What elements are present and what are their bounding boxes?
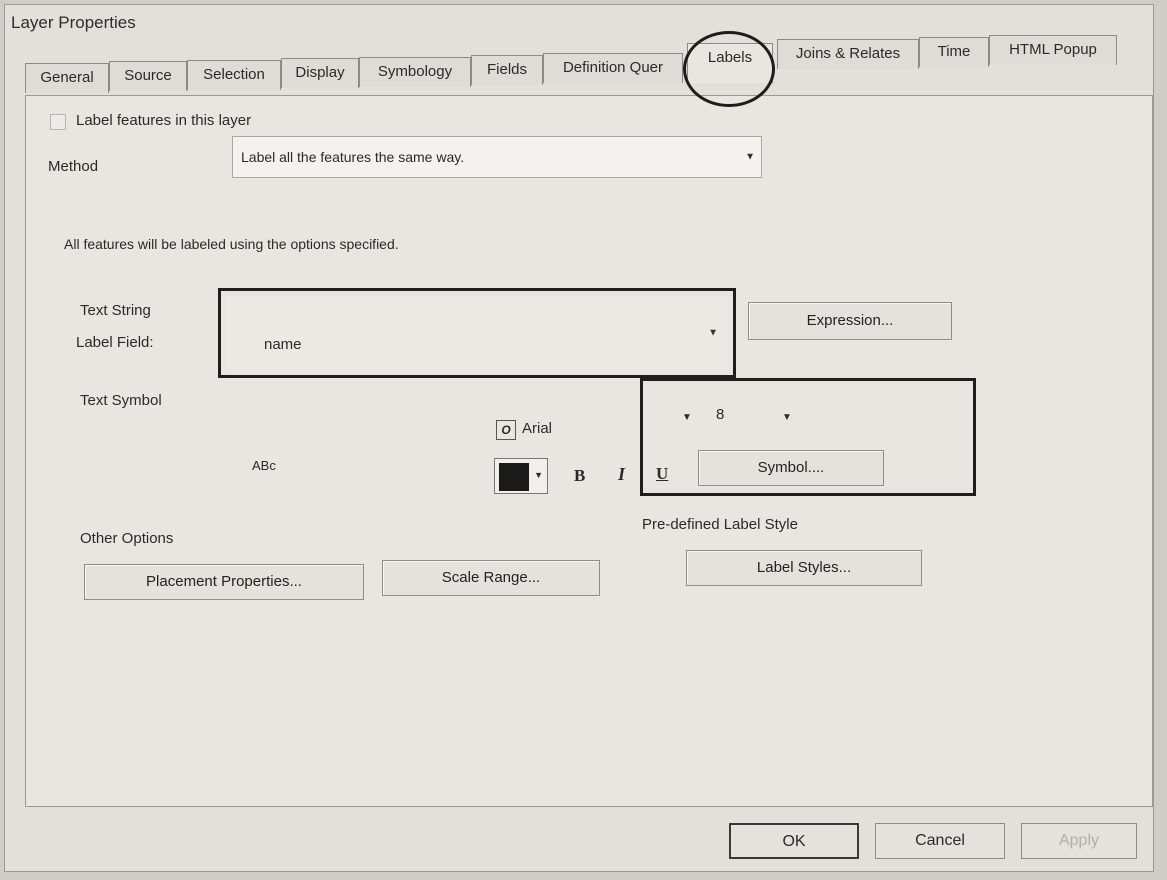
- font-size-dropdown-arrow-icon[interactable]: ▼: [782, 412, 792, 423]
- other-options-heading: Other Options: [80, 530, 174, 547]
- tab-definition-query[interactable]: Definition Quer: [543, 53, 683, 83]
- label-field-label: Label Field:: [76, 334, 154, 351]
- bold-button[interactable]: B: [574, 466, 585, 486]
- text-string-heading: Text String: [80, 302, 151, 319]
- cancel-button[interactable]: Cancel: [875, 823, 1005, 859]
- tab-joins-relates[interactable]: Joins & Relates: [777, 39, 919, 69]
- chevron-down-icon: ▼: [534, 470, 543, 480]
- tab-labels[interactable]: Labels: [687, 43, 773, 83]
- font-type-icon: O: [496, 420, 516, 440]
- tab-bar: General Source Selection Display Symbolo…: [25, 31, 1125, 107]
- scale-range-button[interactable]: Scale Range...: [382, 560, 600, 596]
- info-text: All features will be labeled using the o…: [64, 236, 399, 252]
- tab-html-popup[interactable]: HTML Popup: [989, 35, 1117, 65]
- expression-button[interactable]: Expression...: [748, 302, 952, 340]
- tab-selection[interactable]: Selection: [187, 60, 281, 90]
- tab-symbology[interactable]: Symbology: [359, 57, 471, 87]
- label-field-value: name: [264, 336, 302, 353]
- labels-panel: Label features in this layer Method Labe…: [25, 95, 1153, 807]
- label-styles-button[interactable]: Label Styles...: [686, 550, 922, 586]
- color-swatch-fill: [499, 463, 529, 491]
- tab-display[interactable]: Display: [281, 58, 359, 88]
- text-symbol-heading: Text Symbol: [80, 392, 162, 409]
- chevron-down-icon: ▼: [745, 151, 755, 163]
- method-select[interactable]: Label all the features the same way. ▼: [232, 136, 762, 178]
- predefined-label-style-heading: Pre-defined Label Style: [642, 516, 798, 533]
- label-field-select[interactable]: name ▼: [226, 296, 728, 370]
- tab-fields[interactable]: Fields: [471, 55, 543, 85]
- dialog-title: Layer Properties: [11, 13, 136, 32]
- placement-properties-button[interactable]: Placement Properties...: [84, 564, 364, 600]
- label-features-label: Label features in this layer: [76, 112, 252, 129]
- symbol-preview-text: ABc: [252, 458, 276, 473]
- font-dropdown-arrow-icon[interactable]: ▼: [682, 412, 692, 423]
- symbol-button[interactable]: Symbol....: [698, 450, 884, 486]
- tab-time[interactable]: Time: [919, 37, 989, 67]
- label-features-checkbox[interactable]: [50, 114, 66, 130]
- method-label: Method: [48, 158, 99, 175]
- method-select-value: Label all the features the same way.: [241, 149, 465, 165]
- text-color-picker[interactable]: ▼: [494, 458, 548, 494]
- font-size-value[interactable]: 8: [716, 406, 724, 423]
- tab-source[interactable]: Source: [109, 61, 187, 91]
- layer-properties-dialog: Layer Properties General Source Selectio…: [4, 4, 1154, 872]
- font-name[interactable]: Arial: [522, 420, 552, 437]
- tab-general[interactable]: General: [25, 63, 109, 93]
- apply-button[interactable]: Apply: [1021, 823, 1137, 859]
- ok-button[interactable]: OK: [729, 823, 859, 859]
- chevron-down-icon: ▼: [708, 327, 718, 339]
- italic-button[interactable]: I: [618, 464, 625, 485]
